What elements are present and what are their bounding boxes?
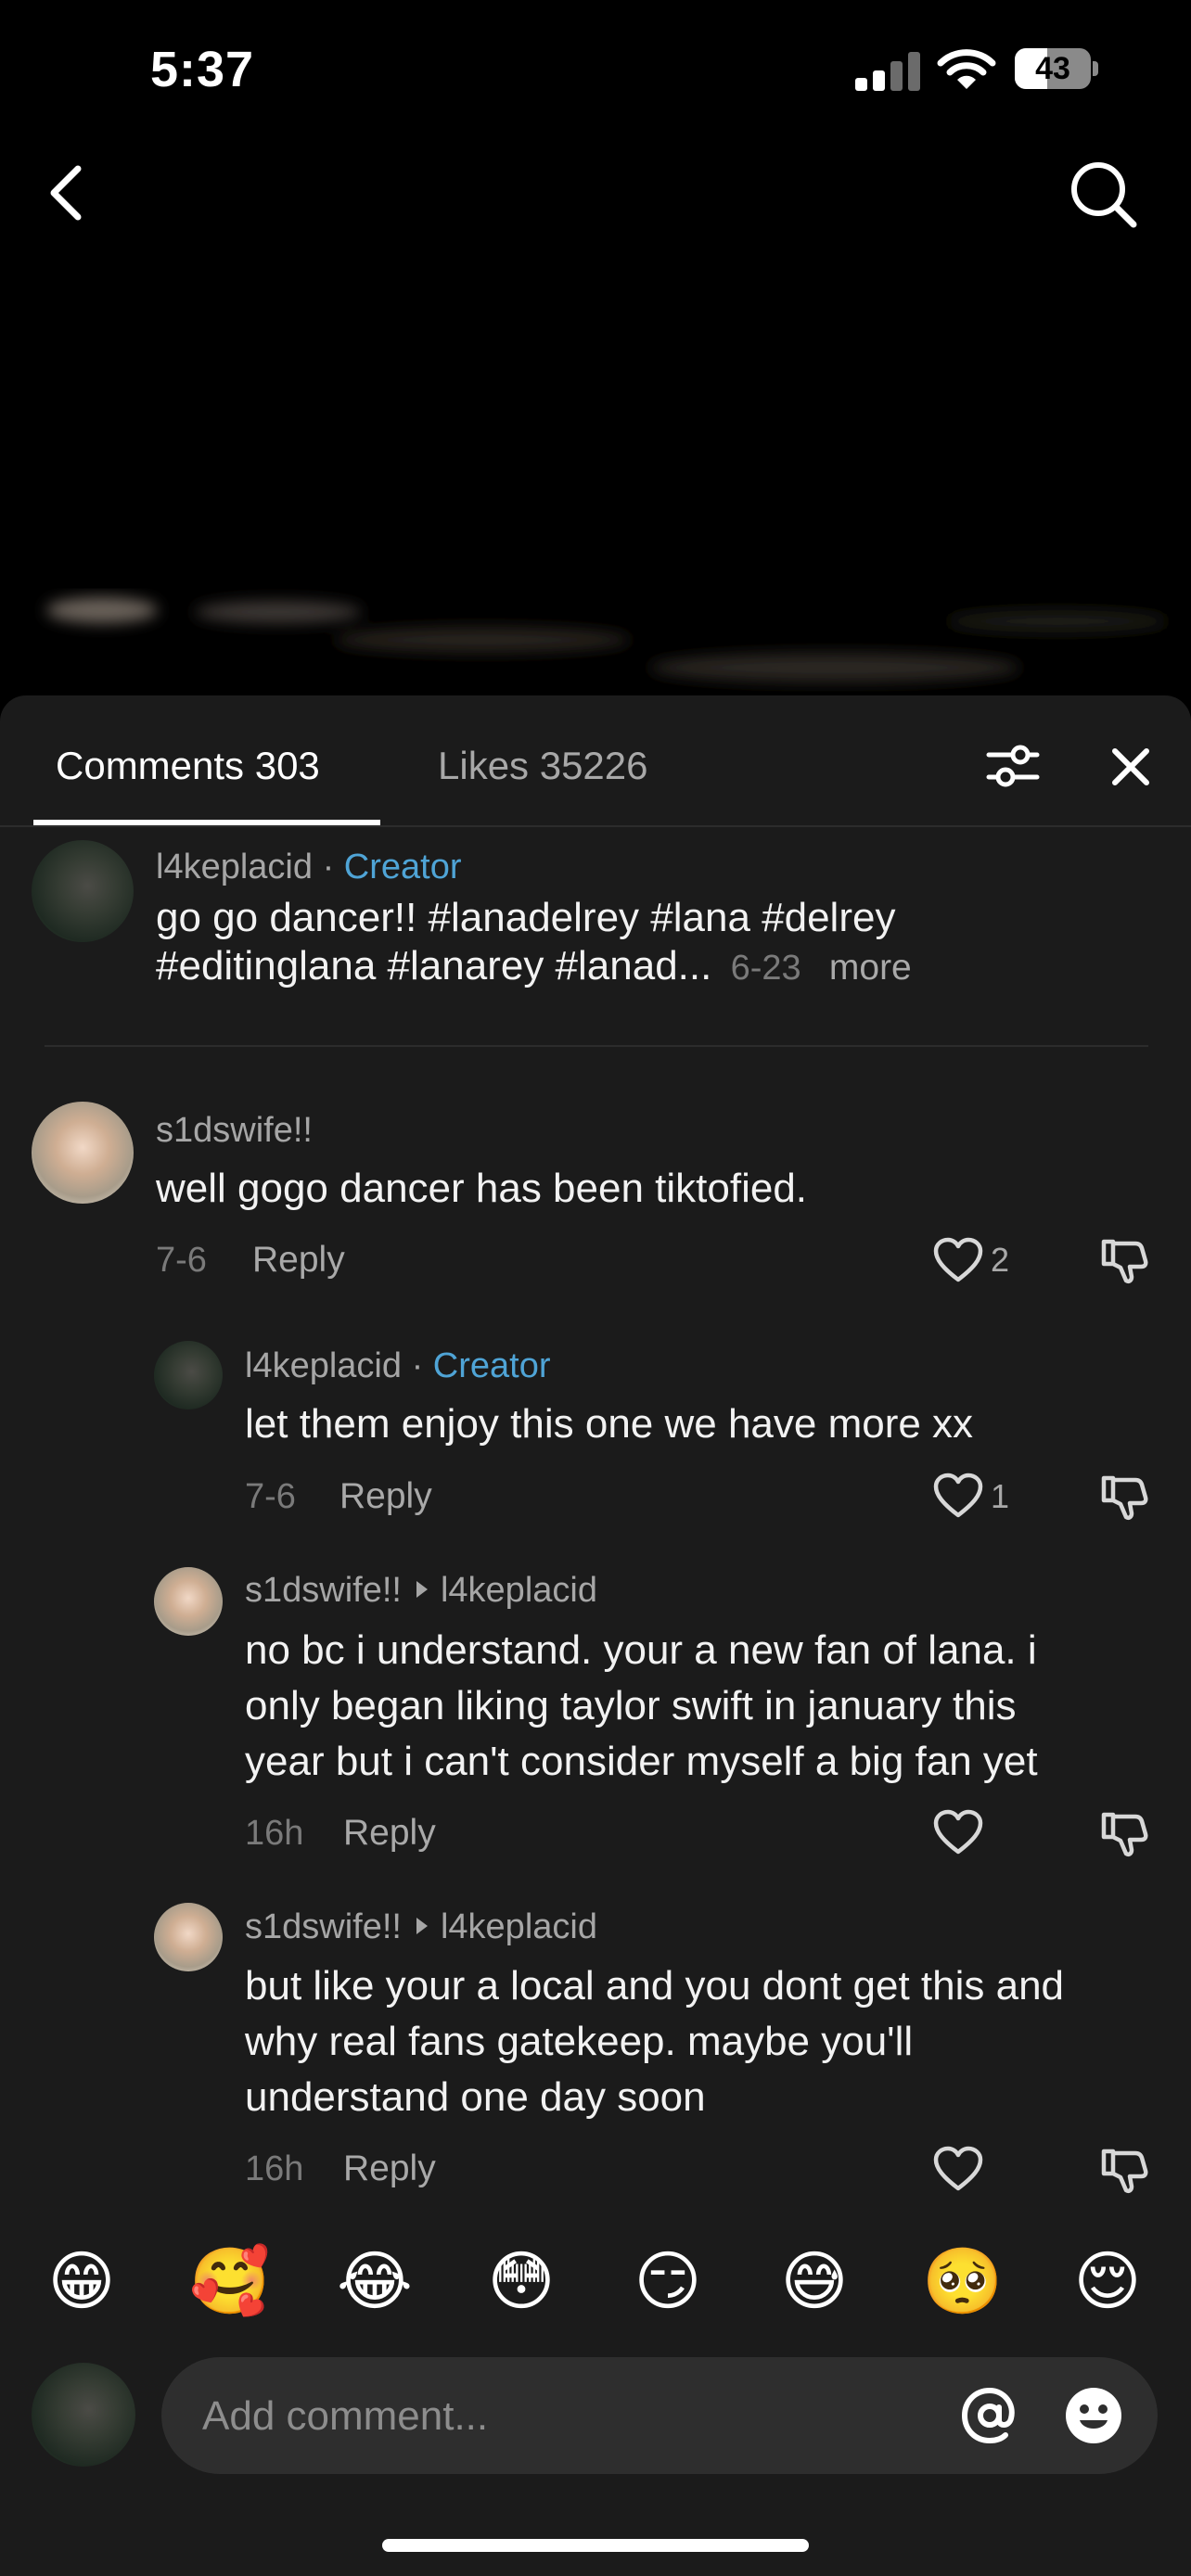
avatar[interactable] [154, 1341, 223, 1409]
dislike-icon[interactable] [1100, 2146, 1148, 2194]
heart-icon[interactable] [933, 1809, 983, 1855]
caption-date: 6-23 [730, 949, 801, 988]
caption-divider [45, 1045, 1148, 1047]
reply-button[interactable]: Reply [252, 1239, 345, 1282]
avatar[interactable] [154, 1903, 223, 1971]
avatar[interactable] [32, 1102, 134, 1204]
tab-bar: Comments 303 Likes 35226 [0, 695, 1191, 827]
dislike-icon[interactable] [1100, 1236, 1148, 1284]
comment-text-line: only began liking taylor swift in januar… [245, 1683, 1017, 1728]
emoji-button[interactable]: 😅 [775, 2242, 853, 2320]
emoji-icon[interactable] [1061, 2383, 1126, 2448]
emoji-button[interactable]: 🥺 [922, 2242, 1003, 2320]
emoji-button[interactable]: 😳 [482, 2242, 560, 2320]
back-arrow-icon[interactable] [37, 158, 96, 228]
caption-user[interactable]: l4keplacid [156, 848, 313, 886]
reply-button[interactable]: Reply [343, 2148, 436, 2190]
comment-username[interactable]: l4keplacid · Creator [245, 1345, 551, 1387]
like-count: 1 [991, 1477, 1010, 1515]
reply-user[interactable]: s1dswife!! [245, 1907, 402, 1946]
emoji-quick-bar: 😁 🥰 😂 😳 😏 😅 🥺 😌 [0, 2242, 1191, 2327]
creator-badge: Creator [432, 1346, 551, 1385]
tab-likes[interactable]: Likes 35226 [438, 742, 648, 790]
at-icon[interactable] [957, 2383, 1022, 2448]
comment-text: well gogo dancer has been tiktofied. [156, 1166, 808, 1211]
emoji-button[interactable]: 😌 [1069, 2242, 1146, 2320]
home-indicator[interactable] [382, 2539, 809, 2552]
heart-icon[interactable] [933, 1237, 983, 1283]
comment-username[interactable]: s1dswife!! [156, 1109, 313, 1152]
comment-date: 7-6 [156, 1241, 207, 1280]
caption-hashtags[interactable]: #editinglana #lanarey #lanad... [156, 943, 711, 988]
wifi-icon [937, 46, 996, 91]
battery-percent: 43 [1035, 51, 1070, 86]
comment-date: 16h [245, 1814, 304, 1853]
reply-user[interactable]: l4keplacid [245, 1346, 402, 1385]
emoji-button[interactable]: 😂 [336, 2242, 414, 2320]
cellular-signal-icon [855, 46, 920, 91]
close-icon[interactable] [1100, 736, 1161, 797]
creator-avatar[interactable] [32, 840, 134, 942]
comment-composer [161, 2357, 1158, 2474]
comment-text-line: no bc i understand. your a new fan of la… [245, 1627, 1037, 1673]
reply-user[interactable]: s1dswife!! [245, 1571, 402, 1610]
search-icon[interactable] [1067, 158, 1139, 230]
comment-text-line: why real fans gatekeep. maybe you'll [245, 2019, 914, 2064]
caption-more-link[interactable]: more [829, 948, 912, 988]
status-time: 5:37 [150, 42, 255, 97]
separator-dot: · [322, 848, 335, 886]
emoji-button[interactable]: 🥰 [189, 2242, 270, 2320]
dislike-icon[interactable] [1100, 1809, 1148, 1857]
filter-icon[interactable] [983, 736, 1043, 796]
like-count: 2 [991, 1241, 1010, 1279]
comment-input[interactable] [202, 2391, 889, 2442]
tab-comments[interactable]: Comments 303 [56, 742, 320, 790]
reply-button[interactable]: Reply [343, 1812, 436, 1855]
comment-text-line: but like your a local and you dont get t… [245, 1963, 1065, 2009]
emoji-button[interactable]: 😁 [43, 2242, 121, 2320]
separator-dot: · [411, 1346, 424, 1385]
reply-arrow-icon [416, 1581, 428, 1598]
reply-arrow-icon [416, 1918, 428, 1934]
dislike-icon[interactable] [1100, 1473, 1148, 1521]
avatar[interactable] [154, 1567, 223, 1636]
comment-date: 16h [245, 2149, 304, 2188]
comment-text: let them enjoy this one we have more xx [245, 1401, 974, 1447]
reply-to-user[interactable]: l4keplacid [441, 1571, 597, 1610]
video-preview[interactable] [0, 556, 1191, 705]
my-avatar[interactable] [32, 2363, 135, 2467]
active-tab-indicator [33, 820, 380, 825]
caption-username[interactable]: l4keplacid · Creator [156, 846, 462, 888]
comment-text-line: understand one day soon [245, 2074, 706, 2120]
emoji-button[interactable]: 😏 [629, 2242, 707, 2320]
battery-indicator: 43 [1015, 48, 1100, 89]
comment-username[interactable]: s1dswife!! l4keplacid [245, 1569, 597, 1612]
heart-icon[interactable] [933, 2146, 983, 2192]
comment-username[interactable]: s1dswife!! l4keplacid [245, 1906, 597, 1948]
heart-icon[interactable] [933, 1473, 983, 1519]
caption-text-line2: #editinglana #lanarey #lanad... 6-23 mor… [156, 938, 912, 996]
reply-button[interactable]: Reply [339, 1475, 432, 1518]
creator-badge: Creator [343, 848, 462, 886]
caption-text-line1: go go dancer!! #lanadelrey #lana #delrey [156, 895, 896, 940]
comment-date: 7-6 [245, 1477, 296, 1516]
comment-text-line: year but i can't consider myself a big f… [245, 1739, 1038, 1784]
reply-to-user[interactable]: l4keplacid [441, 1907, 597, 1946]
